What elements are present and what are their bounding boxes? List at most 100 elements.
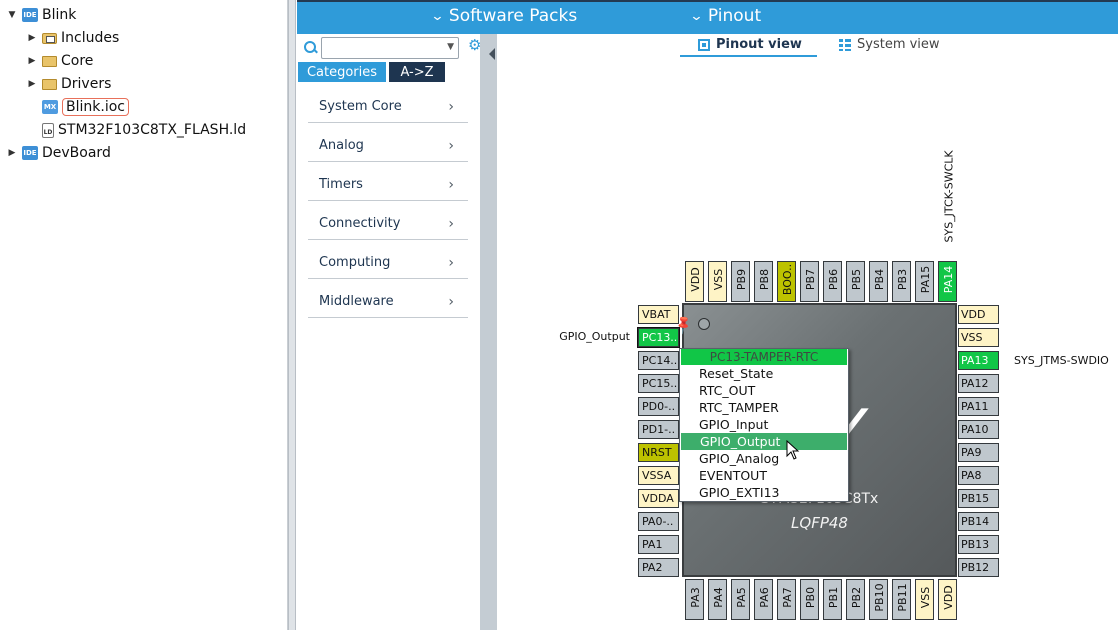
pin-pa3[interactable]: PA3 <box>685 579 704 620</box>
tree-item[interactable]: ▶ Drivers <box>26 73 112 95</box>
pin-vdd[interactable]: VDD <box>685 261 704 302</box>
collapse-panel-handle[interactable] <box>480 34 497 630</box>
pin-pa1[interactable]: PA1 <box>638 535 679 554</box>
tab-categories[interactable]: Categories <box>298 62 386 82</box>
pin-pb14[interactable]: PB14 <box>958 512 999 531</box>
pin-pd1[interactable]: PD1-.. <box>638 420 679 439</box>
collapsed-arrow-icon[interactable]: ▶ <box>26 32 38 44</box>
pin-vss[interactable]: VSS <box>708 261 727 302</box>
pin-pb7[interactable]: PB7 <box>800 261 819 302</box>
pin-pb10[interactable]: PB10 <box>869 579 888 620</box>
pin-vss[interactable]: VSS <box>915 579 934 620</box>
pin-pa12[interactable]: PA12 <box>958 374 999 393</box>
tree-item[interactable]: ▼ IDE Blink <box>6 4 77 26</box>
system-grid-icon <box>839 38 851 51</box>
pin-vdd[interactable]: VDD <box>938 579 957 620</box>
context-menu-item[interactable]: GPIO_EXTI13 <box>680 484 848 501</box>
context-menu-item[interactable]: RTC_TAMPER <box>680 399 848 416</box>
pin-pa14[interactable]: PA14 <box>938 261 957 302</box>
collapsed-arrow-icon[interactable]: ▶ <box>26 55 38 67</box>
pin-pa7[interactable]: PA7 <box>777 579 796 620</box>
tree-item[interactable]: ▶ Core <box>26 50 94 72</box>
tree-item[interactable]: ▶ Includes <box>26 27 120 49</box>
pin-pb5[interactable]: PB5 <box>846 261 865 302</box>
collapsed-arrow-icon[interactable]: ▶ <box>6 147 18 159</box>
pin-pb13[interactable]: PB13 <box>958 535 999 554</box>
pin-name: PB11 <box>896 583 909 612</box>
pin-pa2[interactable]: PA2 <box>638 558 679 577</box>
pin-vdda[interactable]: VDDA <box>638 489 679 508</box>
pin-pb8[interactable]: PB8 <box>754 261 773 302</box>
pin-pa11[interactable]: PA11 <box>958 397 999 416</box>
pin-pa9[interactable]: PA9 <box>958 443 999 462</box>
collapsed-arrow-icon[interactable]: ▶ <box>26 78 38 90</box>
pin-nrst[interactable]: NRST <box>638 443 679 462</box>
pin-boo[interactable]: BOO.. <box>777 261 796 302</box>
pin-pb2[interactable]: PB2 <box>846 579 865 620</box>
pin-name: VSS <box>919 586 932 609</box>
search-input[interactable] <box>321 37 459 59</box>
search-icon[interactable] <box>303 40 319 56</box>
pin-pa13[interactable]: PA13 <box>958 351 999 370</box>
pin-pa0[interactable]: PA0-.. <box>638 512 679 531</box>
pin-pa4[interactable]: PA4 <box>708 579 727 620</box>
tree-item[interactable]: LD STM32F103C8TX_FLASH.ld <box>26 119 246 141</box>
context-menu-item[interactable]: RTC_OUT <box>680 382 848 399</box>
category-item[interactable]: Middleware › <box>308 286 468 318</box>
system-view-label: System view <box>857 37 940 52</box>
pin-vdd[interactable]: VDD <box>958 305 999 324</box>
pin-name: PB14 <box>961 515 990 528</box>
pin-pc14[interactable]: PC14.. <box>638 351 679 370</box>
pin-vbat[interactable]: VBAT <box>638 305 679 324</box>
chevron-down-icon[interactable]: ▼ <box>447 42 454 52</box>
category-item[interactable]: Analog › <box>308 130 468 162</box>
context-menu-item[interactable]: GPIO_Analog <box>680 450 848 467</box>
pin-pb11[interactable]: PB11 <box>892 579 911 620</box>
pin-name: PB15 <box>961 492 990 505</box>
context-menu-item[interactable]: GPIO_Output <box>681 433 847 450</box>
pin-vss[interactable]: VSS <box>958 328 999 347</box>
pin-pb12[interactable]: PB12 <box>958 558 999 577</box>
category-item[interactable]: Computing › <box>308 247 468 279</box>
context-menu-item[interactable]: EVENTOUT <box>680 467 848 484</box>
categories-panel: ▼ ⚙ Categories A->Z System Core › Analog › T… <box>297 34 481 630</box>
tree-item[interactable]: MX Blink.ioc <box>26 96 129 118</box>
pin-pa6[interactable]: PA6 <box>754 579 773 620</box>
software-packs-menu[interactable]: ⌄ Software Packs <box>430 6 577 26</box>
expanded-arrow-icon[interactable]: ▼ <box>6 9 18 21</box>
category-item[interactable]: System Core › <box>308 91 468 123</box>
chevron-left-icon[interactable] <box>489 48 495 60</box>
context-menu-item[interactable]: GPIO_Input <box>680 416 848 433</box>
pin-pd0[interactable]: PD0-.. <box>638 397 679 416</box>
pin-pa5[interactable]: PA5 <box>731 579 750 620</box>
context-menu-item[interactable]: Reset_State <box>680 365 848 382</box>
category-label: Middleware <box>319 294 394 309</box>
pin-vssa[interactable]: VSSA <box>638 466 679 485</box>
tree-item-label: Blink <box>42 7 77 23</box>
category-label: System Core <box>319 99 402 114</box>
pin-pb4[interactable]: PB4 <box>869 261 888 302</box>
pin-pb3[interactable]: PB3 <box>892 261 911 302</box>
pinout-menu[interactable]: ⌄ Pinout <box>689 6 761 26</box>
tab-pinout-view[interactable]: Pinout view <box>698 37 802 52</box>
tab-system-view[interactable]: System view <box>839 37 940 52</box>
tree-item[interactable]: ▶ IDE DevBoard <box>6 142 111 164</box>
pin-pb0[interactable]: PB0 <box>800 579 819 620</box>
pin-pb15[interactable]: PB15 <box>958 489 999 508</box>
pin-pa10[interactable]: PA10 <box>958 420 999 439</box>
pin-pc13[interactable]: PC13.. <box>637 327 680 348</box>
pin-pc15[interactable]: PC15.. <box>638 374 679 393</box>
pin-pa15[interactable]: PA15 <box>915 261 934 302</box>
pin-pb6[interactable]: PB6 <box>823 261 842 302</box>
pin-pb9[interactable]: PB9 <box>731 261 750 302</box>
pinout-view-label: Pinout view <box>716 37 802 52</box>
category-item[interactable]: Timers › <box>308 169 468 201</box>
panel-splitter[interactable] <box>288 0 296 630</box>
pin-pb1[interactable]: PB1 <box>823 579 842 620</box>
category-item[interactable]: Connectivity › <box>308 208 468 240</box>
pin-name: PB0 <box>804 586 817 609</box>
tab-a-z[interactable]: A->Z <box>389 62 445 82</box>
context-menu-items: Reset_State RTC_OUT RTC_TAMPER GPIO_Input GP… <box>680 365 848 501</box>
pin-pa8[interactable]: PA8 <box>958 466 999 485</box>
